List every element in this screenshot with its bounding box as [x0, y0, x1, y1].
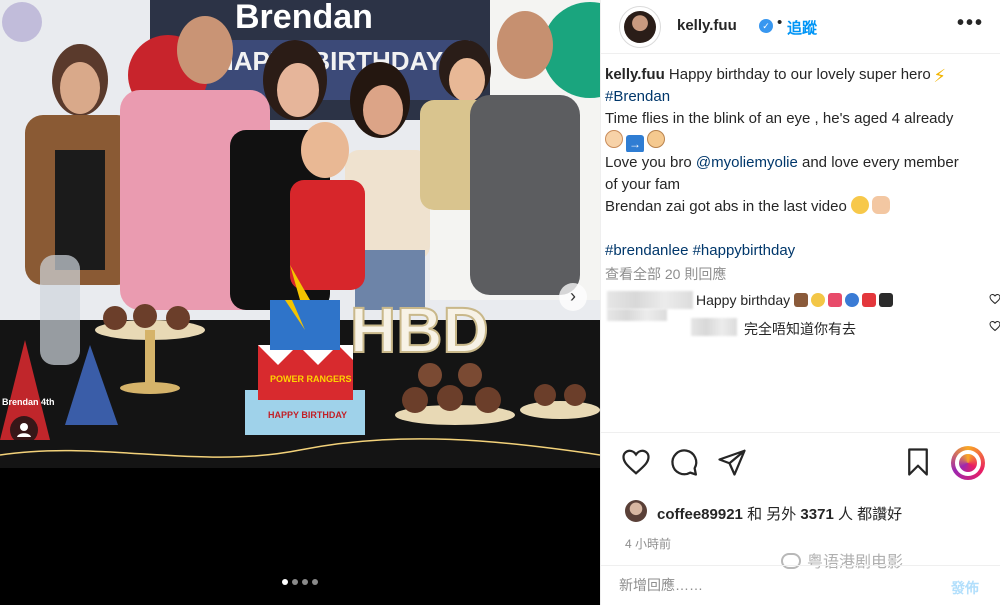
boy-face-emoji-icon	[647, 130, 665, 148]
carousel-dot	[302, 579, 308, 585]
hashtag-link[interactable]: #Brendan	[605, 88, 670, 105]
story-share-icon[interactable]	[951, 446, 985, 480]
post-comment-button[interactable]: 發佈	[951, 578, 979, 598]
author-username[interactable]: kelly.fuu	[677, 17, 737, 34]
caption-username[interactable]: kelly.fuu	[605, 66, 665, 83]
balloon-emoji-icon	[845, 293, 860, 307]
add-comment-bar: 發佈	[601, 565, 1000, 605]
author-avatar[interactable]	[619, 6, 661, 48]
caption-text: Happy birthday to our lovely super hero	[664, 66, 931, 83]
blurred-username	[691, 318, 737, 336]
caption-text: Love you bro	[605, 154, 696, 171]
comment-row: 完全唔知道你有去	[601, 316, 1000, 340]
comment-like-heart-icon[interactable]	[989, 320, 1000, 332]
user-avatar-overlay	[2, 2, 42, 42]
baby-face-emoji-icon	[605, 130, 623, 148]
post-header: kelly.fuu ✓ • 追蹤 •••	[601, 0, 1000, 54]
view-all-comments-link[interactable]: 查看全部 20 則回應	[605, 264, 726, 284]
cake-brand: POWER RANGERS	[270, 374, 352, 384]
mention-link[interactable]: @myoliemyolie	[696, 154, 798, 171]
carousel-dot	[292, 579, 298, 585]
bookmark-icon[interactable]	[903, 447, 933, 477]
caption-text: Brendan zai got abs in the last video	[605, 198, 847, 215]
comment-icon[interactable]	[669, 447, 699, 477]
lightning-emoji-icon: ⚡	[933, 66, 947, 86]
follow-button[interactable]: 追蹤	[787, 17, 817, 38]
actions-divider	[601, 432, 1000, 433]
comment-input[interactable]	[619, 577, 919, 593]
party-photo-illustration: Brendan HAPPY BIRTHDAY HBD POWER RANGERS…	[0, 0, 600, 468]
comment-text: Happy birthday	[696, 292, 896, 308]
laughing-emoji-icon	[851, 196, 869, 214]
post-media[interactable]: Brendan HAPPY BIRTHDAY HBD POWER RANGERS…	[0, 0, 600, 605]
party-face-emoji-icon	[811, 293, 826, 307]
gift-emoji-icon	[862, 293, 877, 307]
post-photo[interactable]: Brendan HAPPY BIRTHDAY HBD POWER RANGERS…	[0, 0, 600, 468]
carousel-next-button[interactable]: ›	[559, 283, 587, 311]
hbd-marquee-letters: HBD	[350, 294, 489, 366]
post-caption: kelly.fuu Happy birthday to our lovely s…	[605, 64, 995, 262]
more-options-icon[interactable]: •••	[957, 12, 984, 35]
post-timestamp[interactable]: 4 小時前	[625, 535, 671, 552]
hashtag-link[interactable]: #happybirthday	[693, 242, 796, 259]
flexed-biceps-emoji-icon	[872, 196, 890, 214]
liker-avatar[interactable]	[625, 500, 647, 522]
party-hat-emoji-icon	[879, 293, 894, 307]
party-hat-text: Brendan 4th	[2, 397, 55, 407]
caption-text: and love every member	[797, 154, 959, 171]
cake-emoji-icon	[794, 293, 809, 307]
blurred-username	[607, 291, 693, 309]
likes-text[interactable]: coffee89921 和 另外 3371 人 都讚好	[657, 503, 902, 524]
verified-badge-icon: ✓	[759, 19, 773, 33]
hashtag-link[interactable]: #brendanlee	[605, 242, 688, 259]
heart-icon[interactable]	[621, 447, 651, 477]
banner-subtitle: HAPPY BIRTHDAY	[215, 46, 443, 76]
comment-row: Happy birthday	[601, 289, 1000, 321]
comment-like-heart-icon[interactable]	[989, 293, 1000, 305]
paper-plane-icon[interactable]	[717, 447, 747, 477]
comment-text: 完全唔知道你有去	[744, 321, 856, 337]
header-separator: •	[777, 14, 783, 31]
right-arrow-emoji-icon: →	[626, 135, 644, 152]
avatar-image	[624, 11, 656, 43]
banner-name: Brendan	[235, 0, 373, 36]
carousel-dot	[312, 579, 318, 585]
carousel-dot	[282, 579, 288, 585]
caption-text: of your fam	[605, 176, 681, 193]
tagged-users-icon[interactable]	[10, 416, 38, 444]
caption-text: Time flies in the blink of an eye , he's…	[605, 110, 954, 127]
carousel-indicator	[0, 579, 600, 585]
party-popper-emoji-icon	[828, 293, 843, 307]
post-details-panel: kelly.fuu ✓ • 追蹤 ••• kelly.fuu Happy bir…	[600, 0, 1000, 605]
cake-label: HAPPY BIRTHDAY	[268, 410, 347, 420]
